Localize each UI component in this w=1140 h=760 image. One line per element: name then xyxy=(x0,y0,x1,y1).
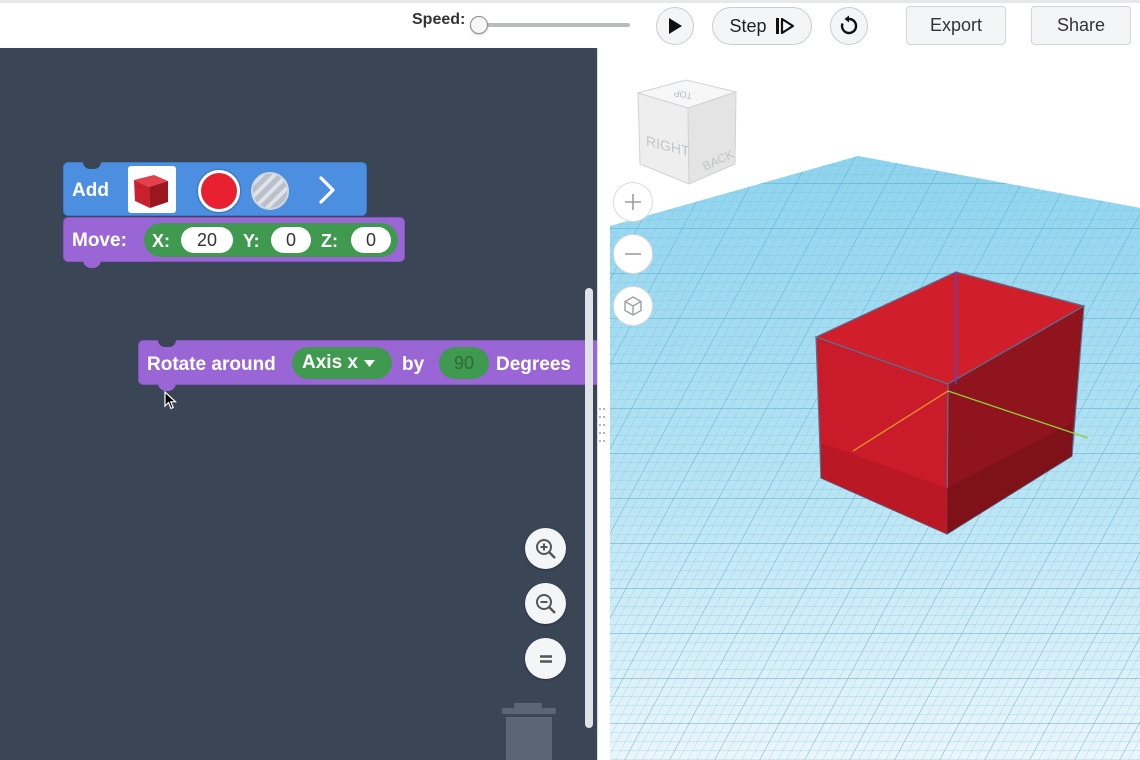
hole-material-swatch[interactable] xyxy=(251,172,289,210)
by-label: by xyxy=(402,354,425,375)
speed-label: Speed: xyxy=(412,11,466,28)
caret-down-icon xyxy=(363,359,375,367)
zoom-out-icon xyxy=(535,593,556,614)
x-label: X: xyxy=(152,231,170,251)
y-value-field[interactable]: 0 xyxy=(271,227,311,253)
step-button[interactable]: Step xyxy=(712,7,812,45)
zoom-in-button[interactable] xyxy=(525,528,566,569)
block-tab xyxy=(158,383,176,391)
coordinates-group: X: 20 Y: 0 Z: 0 xyxy=(144,223,398,257)
panel-resize-handle[interactable] xyxy=(598,405,606,449)
add-block-label: Add xyxy=(72,180,109,201)
workspace-scrollbar[interactable] xyxy=(585,288,593,728)
add-block[interactable]: Add xyxy=(63,162,367,216)
speed-slider[interactable] xyxy=(470,16,632,34)
export-button[interactable]: Export xyxy=(906,6,1006,45)
block-tab xyxy=(83,260,101,268)
rotate-block-label: Rotate around xyxy=(147,354,276,375)
move-block[interactable]: Move: X: 20 Y: 0 Z: 0 xyxy=(63,217,405,268)
reset-icon xyxy=(840,15,858,35)
rotate-block[interactable]: Rotate around Axis x by 90 Degrees xyxy=(138,340,597,391)
reset-button[interactable] xyxy=(830,7,868,45)
trash-icon[interactable] xyxy=(500,703,558,760)
z-value-field[interactable]: 0 xyxy=(351,227,391,253)
cube-icon xyxy=(134,175,168,208)
zoom-reset-icon xyxy=(539,654,552,663)
shape-thumbnail[interactable] xyxy=(128,166,176,213)
play-icon xyxy=(669,18,682,34)
play-button[interactable] xyxy=(656,7,694,45)
block-notch xyxy=(83,162,101,169)
y-label: Y: xyxy=(243,231,260,251)
toolbar: Speed: Step Export Share xyxy=(0,0,1140,48)
block-notch xyxy=(158,340,176,347)
color-swatch-red[interactable] xyxy=(198,170,240,212)
z-label: Z: xyxy=(321,231,338,251)
mouse-pointer-icon xyxy=(164,391,178,410)
chevron-right-icon[interactable] xyxy=(316,175,338,205)
degrees-field[interactable]: 90 xyxy=(439,347,489,379)
axis-dropdown[interactable]: Axis x xyxy=(292,347,392,379)
move-block-label: Move: xyxy=(72,230,127,251)
speed-slider-track[interactable] xyxy=(472,23,630,27)
speed-slider-thumb[interactable] xyxy=(470,16,488,34)
red-box-object[interactable] xyxy=(598,48,1140,760)
3d-viewport[interactable]: TOP RIGHT BACK xyxy=(597,48,1140,760)
blocks-workspace[interactable]: Add Move: X: 20 Y: 0 Z: 0 Rotate around … xyxy=(0,48,597,760)
step-forward-icon xyxy=(775,17,794,35)
zoom-out-button[interactable] xyxy=(525,583,566,624)
degrees-label: Degrees xyxy=(496,354,571,375)
share-button[interactable]: Share xyxy=(1031,6,1131,45)
axis-dropdown-value: Axis x xyxy=(302,352,358,373)
zoom-in-icon xyxy=(535,538,556,559)
step-button-label: Step xyxy=(729,15,767,36)
x-value-field[interactable]: 20 xyxy=(181,227,233,253)
zoom-reset-button[interactable] xyxy=(525,638,566,679)
